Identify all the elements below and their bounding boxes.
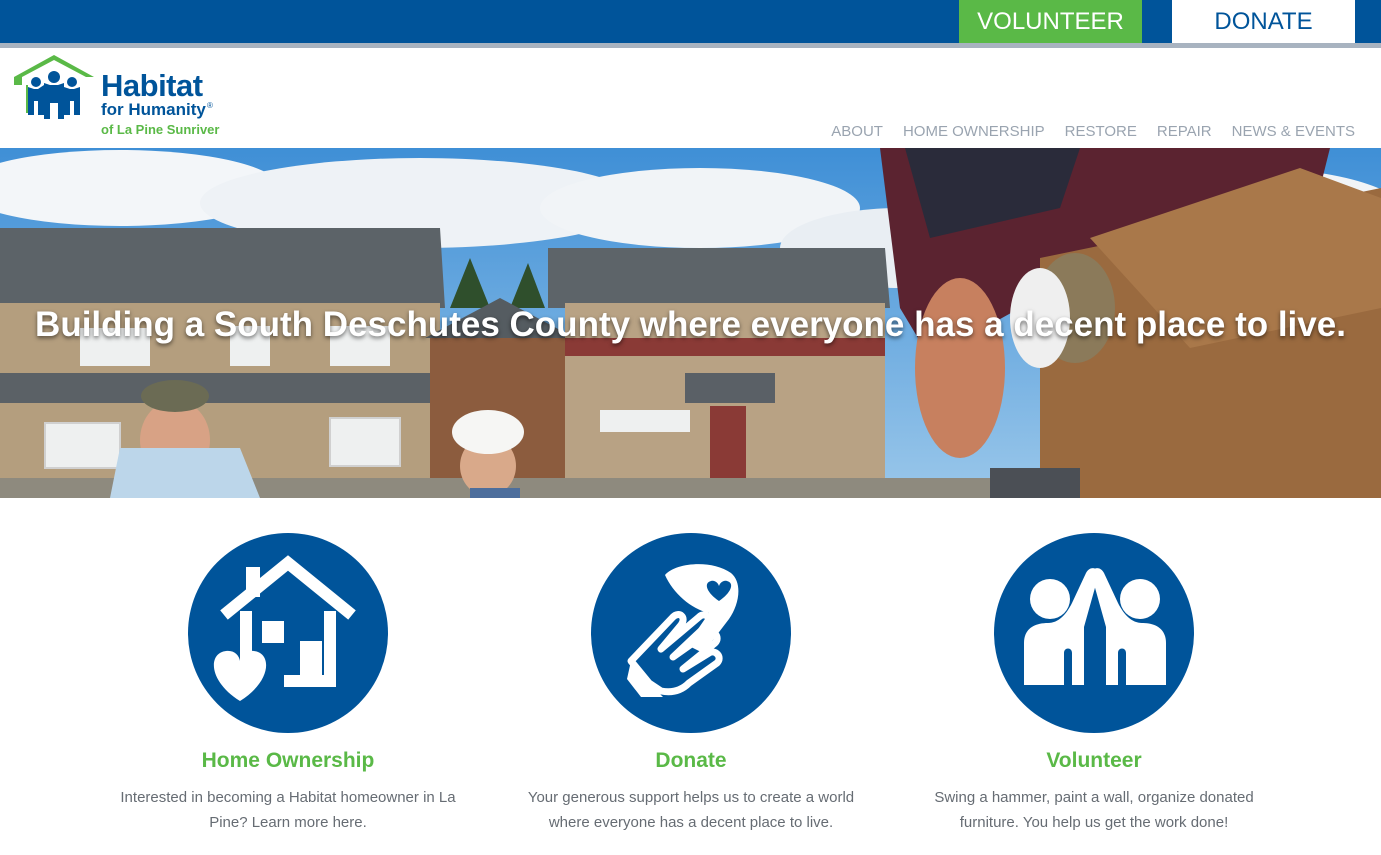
nav-item-news-events[interactable]: NEWS & EVENTS <box>1232 123 1355 140</box>
logo-text-affiliate: of La Pine Sunriver <box>101 122 220 137</box>
feature-description: Your generous support helps us to create… <box>527 789 855 831</box>
top-bar-divider <box>0 43 1381 48</box>
hand-heart-icon <box>627 564 739 697</box>
feature-title[interactable]: Volunteer <box>904 749 1284 773</box>
feature-description: Interested in becoming a Habitat homeown… <box>120 789 456 831</box>
nav-item-home-ownership[interactable]: HOME OWNERSHIP <box>903 123 1045 140</box>
donate-button[interactable]: DONATE <box>1172 0 1355 43</box>
volunteer-button[interactable]: VOLUNTEER <box>959 0 1142 43</box>
feature-description: Swing a hammer, paint a wall, organize d… <box>934 789 1254 831</box>
feature-volunteer: Volunteer Swing a hammer, paint a wall, … <box>904 533 1284 835</box>
feature-home-ownership: Home Ownership Interested in becoming a … <box>98 533 478 835</box>
volunteer-icon-button[interactable] <box>994 533 1194 733</box>
habitat-logo-icon <box>14 55 94 119</box>
donate-icon-button[interactable] <box>591 533 791 733</box>
feature-donate: Donate Your generous support helps us to… <box>501 533 881 835</box>
high-five-icon <box>1024 568 1166 685</box>
house-heart-icon <box>213 555 356 701</box>
nav-item-restore[interactable]: RESTORE <box>1065 123 1137 140</box>
nav-item-about[interactable]: ABOUT <box>831 123 883 140</box>
logo-text-habitat: Habitat <box>101 68 203 103</box>
feature-title[interactable]: Home Ownership <box>98 749 478 773</box>
logo-text-for-humanity: for Humanity <box>101 100 206 119</box>
hero-headline: Building a South Deschutes County where … <box>35 305 1346 344</box>
nav-item-repair[interactable]: REPAIR <box>1157 123 1212 140</box>
main-nav: ABOUT HOME OWNERSHIP RESTORE REPAIR NEWS… <box>831 123 1355 140</box>
home-ownership-icon-button[interactable] <box>188 533 388 733</box>
feature-title[interactable]: Donate <box>501 749 881 773</box>
registered-mark: ® <box>207 101 213 110</box>
hero-banner: Building a South Deschutes County where … <box>0 148 1381 498</box>
